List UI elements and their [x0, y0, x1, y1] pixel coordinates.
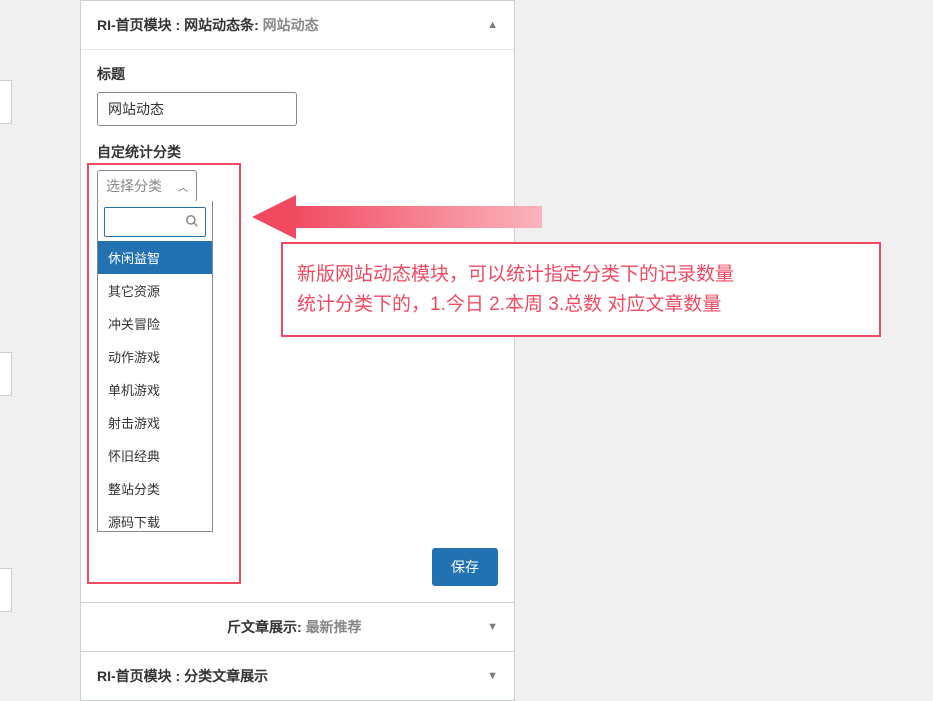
option-item[interactable]: 冲关冒险	[98, 307, 212, 340]
category-dropdown: 休闲益智其它资源冲关冒险动作游戏单机游戏射击游戏怀旧经典整站分类源码下载经营策略	[97, 201, 213, 532]
accordion-dynamic-bar: RI-首页模块 : 网站动态条: 网站动态 ▲ 标题 自定统计分类 选择分类 ︿	[81, 0, 514, 602]
accordion-header-category-articles[interactable]: RI-首页模块 : 分类文章展示 ▼	[81, 652, 514, 700]
search-icon	[185, 214, 199, 231]
option-item[interactable]: 源码下载	[98, 505, 212, 531]
accordion-title-latest: 斤文章展示: 最新推荐	[97, 617, 362, 637]
option-item[interactable]: 其它资源	[98, 274, 212, 307]
save-row: 保存	[81, 540, 514, 602]
option-list[interactable]: 休闲益智其它资源冲关冒险动作游戏单机游戏射击游戏怀旧经典整站分类源码下载经营策略	[98, 241, 212, 531]
category-label: 自定统计分类	[97, 142, 498, 162]
accordion-header-dynamic-bar[interactable]: RI-首页模块 : 网站动态条: 网站动态 ▲	[81, 1, 514, 49]
accordion-header-latest-articles[interactable]: 斤文章展示: 最新推荐 ▼	[81, 603, 514, 651]
category-field-group: 自定统计分类 选择分类 ︿	[97, 142, 498, 202]
save-button[interactable]: 保存	[432, 548, 498, 586]
title-field-group: 标题	[97, 64, 498, 126]
chevron-up-icon: ︿	[178, 179, 188, 194]
accordion-body-dynamic-bar: 标题 自定统计分类 选择分类 ︿	[81, 49, 514, 540]
option-item[interactable]: 怀旧经典	[98, 439, 212, 472]
option-item[interactable]: 整站分类	[98, 472, 212, 505]
accordion-latest-articles: 斤文章展示: 最新推荐 ▼	[81, 602, 514, 651]
chevron-up-icon: ▲	[487, 19, 498, 31]
settings-panel: RI-首页模块 : 网站动态条: 网站动态 ▲ 标题 自定统计分类 选择分类 ︿	[80, 0, 515, 701]
chevron-down-icon: ▼	[487, 670, 498, 682]
select-placeholder: 选择分类	[106, 176, 162, 196]
option-item[interactable]: 射击游戏	[98, 406, 212, 439]
title-input[interactable]	[97, 92, 297, 126]
dropdown-search-input[interactable]	[111, 215, 185, 230]
accordion-title: RI-首页模块 : 网站动态条: 网站动态	[97, 15, 319, 35]
chevron-down-icon: ▼	[487, 621, 498, 633]
dropdown-search-row	[104, 207, 206, 237]
option-item[interactable]: 单机游戏	[98, 373, 212, 406]
title-label: 标题	[97, 64, 498, 84]
accordion-category-articles: RI-首页模块 : 分类文章展示 ▼	[81, 651, 514, 700]
category-select[interactable]: 选择分类 ︿	[97, 170, 197, 202]
option-item[interactable]: 休闲益智	[98, 241, 212, 274]
accordion-title-category: RI-首页模块 : 分类文章展示	[97, 666, 268, 686]
option-item[interactable]: 动作游戏	[98, 340, 212, 373]
